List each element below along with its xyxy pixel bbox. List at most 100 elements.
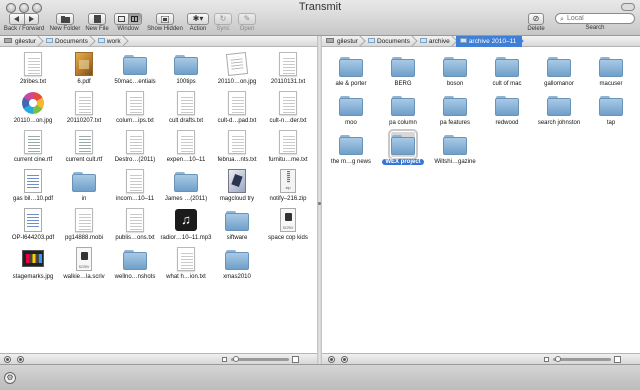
file-item[interactable]: 6.pdf: [58, 50, 110, 88]
file-item[interactable]: incom…10–11: [109, 167, 161, 205]
breadcrumb-item[interactable]: gilestur: [322, 36, 364, 47]
forward-button[interactable]: [23, 14, 38, 24]
folder-item[interactable]: the m…g news: [325, 130, 377, 168]
file-item[interactable]: stagemarks.jpg: [7, 245, 59, 283]
file-item[interactable]: publis…ons.txt: [109, 206, 161, 244]
file-item[interactable]: radior…10–11.mp3: [160, 206, 212, 244]
file-item[interactable]: gas bil…10.pdf: [7, 167, 59, 205]
folder-icon: [495, 54, 519, 79]
folder-icon: [174, 169, 198, 194]
text-document-icon: [123, 208, 147, 233]
delete-button[interactable]: ⊘: [528, 13, 544, 25]
folder-icon: [97, 38, 105, 44]
folder-item[interactable]: James …(2011): [160, 167, 212, 205]
file-item[interactable]: magcloud try: [211, 167, 263, 205]
folder-item[interactable]: redwood: [481, 91, 533, 129]
local-gear-icon[interactable]: [4, 356, 11, 363]
folder-icon: [443, 93, 467, 118]
remote-icon-size-slider[interactable]: [553, 356, 611, 362]
toolbar-toggle-button[interactable]: [621, 3, 635, 11]
folder-icon: [495, 93, 519, 118]
folder-item[interactable]: Wiltshi…gazine: [429, 130, 481, 168]
show-hidden-button[interactable]: [156, 13, 174, 25]
file-item[interactable]: OP-I644203.pdf: [7, 206, 59, 244]
folder-item[interactable]: 100tips: [160, 50, 212, 88]
item-label: gas bil…10.pdf: [12, 196, 54, 202]
slider-thumb[interactable]: [555, 356, 561, 362]
folder-item[interactable]: moo: [325, 91, 377, 129]
folder-icon: [391, 93, 415, 118]
search-input[interactable]: [567, 14, 633, 23]
file-item[interactable]: 20110…on.jpg: [211, 50, 263, 88]
folder-item[interactable]: wellno…nshots: [109, 245, 161, 283]
breadcrumb-item[interactable]: archive 2010–11: [455, 35, 523, 47]
folder-item[interactable]: ale & porter: [325, 52, 377, 90]
file-item[interactable]: cult drafts.txt: [160, 89, 212, 127]
item-label: macuser: [599, 81, 623, 87]
action-menu-button[interactable]: ✱▾: [187, 13, 209, 25]
new-folder-button[interactable]: [56, 13, 74, 25]
item-label: expen…10–11: [166, 157, 206, 163]
folder-item[interactable]: WEX project: [377, 129, 429, 168]
file-item[interactable]: furnitu…me.txt: [262, 128, 314, 166]
file-item[interactable]: Destro…(2011): [109, 128, 161, 166]
slider-thumb[interactable]: [233, 356, 239, 362]
breadcrumb-item[interactable]: gilestur: [0, 36, 42, 47]
file-item[interactable]: walkie…la.scriv: [58, 245, 110, 283]
file-item[interactable]: colum…ips.txt: [109, 89, 161, 127]
search-field[interactable]: ⌕: [555, 13, 635, 24]
folder-item[interactable]: cult of mac: [481, 52, 533, 90]
folder-item[interactable]: gallomanor: [533, 52, 585, 90]
folder-icon: [599, 93, 623, 118]
back-button[interactable]: [10, 14, 24, 24]
folder-item[interactable]: in: [58, 167, 110, 205]
local-icon-size-slider[interactable]: [231, 356, 289, 362]
file-item[interactable]: expen…10–11: [160, 128, 212, 166]
item-label: in: [81, 196, 87, 202]
breadcrumb-item[interactable]: Documents: [364, 36, 416, 47]
folder-item[interactable]: BERG: [377, 52, 429, 90]
transfer-gear-icon[interactable]: ⚙: [4, 372, 16, 384]
image-thumbnail-icon: [21, 247, 45, 272]
text-document-icon: [225, 91, 249, 116]
local-disk-icon[interactable]: [17, 356, 24, 363]
folder-item[interactable]: xmas2010: [211, 245, 263, 283]
remote-gear-icon[interactable]: [328, 356, 335, 363]
file-item[interactable]: current cine.rtf: [7, 128, 59, 166]
file-item[interactable]: februa…nts.txt: [211, 128, 263, 166]
file-item[interactable]: 20110131.txt: [262, 50, 314, 88]
new-file-button[interactable]: [88, 13, 106, 25]
remote-disk-icon[interactable]: [341, 356, 348, 363]
folder-icon: [443, 132, 467, 157]
file-item[interactable]: what h…ion.txt: [160, 245, 212, 283]
file-item[interactable]: pg14888.mobi: [58, 206, 110, 244]
folder-item[interactable]: boson: [429, 52, 481, 90]
dual-pane-button[interactable]: [127, 14, 141, 24]
folder-item[interactable]: siftware: [211, 206, 263, 244]
file-item[interactable]: 2tribes.txt: [7, 50, 59, 88]
window-mode-control: Window: [113, 13, 143, 33]
folder-item[interactable]: pa features: [429, 91, 481, 129]
sync-button[interactable]: ↻: [214, 13, 232, 25]
file-item[interactable]: cult-n…der.txt: [262, 89, 314, 127]
folder-item[interactable]: pa column: [377, 91, 429, 129]
rtf-document-icon: [72, 130, 96, 155]
folder-item[interactable]: search johnston: [533, 91, 585, 129]
file-item[interactable]: 20110207.txt: [58, 89, 110, 127]
folder-item[interactable]: 50mac…entials: [109, 50, 161, 88]
breadcrumb-item[interactable]: Documents: [42, 36, 94, 47]
item-label: 2tribes.txt: [19, 79, 46, 85]
breadcrumb-item[interactable]: archive: [416, 36, 456, 47]
file-item[interactable]: notify–216.zip: [262, 167, 314, 205]
picasa-image-icon: [21, 91, 45, 116]
file-item[interactable]: current cult.rtf: [58, 128, 110, 166]
open-button[interactable]: ✎: [238, 13, 256, 25]
new-file-label: New File: [85, 26, 109, 32]
breadcrumb-item[interactable]: work: [94, 36, 127, 47]
file-item[interactable]: 20110…on.jpg: [7, 89, 59, 127]
folder-item[interactable]: tap: [585, 91, 637, 129]
file-item[interactable]: space cop kids: [262, 206, 314, 244]
file-item[interactable]: cult-d…pad.txt: [211, 89, 263, 127]
folder-item[interactable]: macuser: [585, 52, 637, 90]
single-pane-button[interactable]: [115, 14, 128, 24]
